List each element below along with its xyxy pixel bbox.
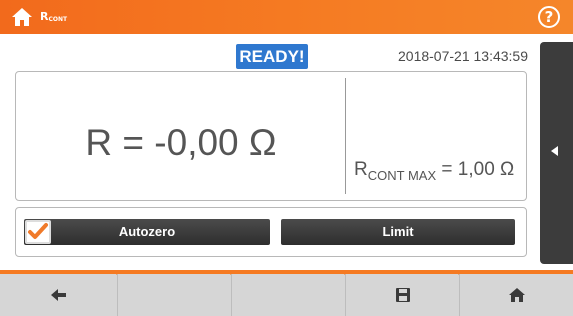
top-bar: RCONT ? xyxy=(0,0,573,34)
resistance-result: R = -0,00 Ω xyxy=(85,122,277,163)
divider xyxy=(345,78,346,194)
screen-title: RCONT xyxy=(40,10,68,23)
meter-screen: RCONT ? READY! 2018-07-21 13:43:59 R = -… xyxy=(0,0,573,316)
home-icon[interactable] xyxy=(11,6,33,28)
ready-badge: READY! xyxy=(236,44,308,69)
nav-back-button[interactable] xyxy=(0,274,118,316)
resistance-limit: RCONT MAX = 1,00 Ω xyxy=(354,159,515,183)
datetime-display: 2018-07-21 13:43:59 xyxy=(398,48,528,64)
checkmark-icon xyxy=(28,223,48,239)
nav-empty-button[interactable] xyxy=(118,274,232,316)
nav-home-button[interactable] xyxy=(460,274,573,316)
measurement-panel: R = -0,00 Ω RCONT MAX = 1,00 Ω xyxy=(15,71,527,201)
autozero-checkbox[interactable] xyxy=(25,220,51,244)
chevron-left-icon xyxy=(551,146,558,156)
home-icon xyxy=(508,288,525,302)
save-icon xyxy=(395,288,410,302)
nav-save-button[interactable] xyxy=(346,274,460,316)
nav-empty-button[interactable] xyxy=(232,274,346,316)
autozero-button[interactable]: Autozero xyxy=(24,219,270,245)
back-arrow-icon xyxy=(50,289,66,301)
side-panel-toggle[interactable] xyxy=(540,42,573,264)
limit-button[interactable]: Limit xyxy=(281,219,515,245)
bottom-nav xyxy=(0,270,573,316)
help-icon[interactable]: ? xyxy=(538,6,560,28)
